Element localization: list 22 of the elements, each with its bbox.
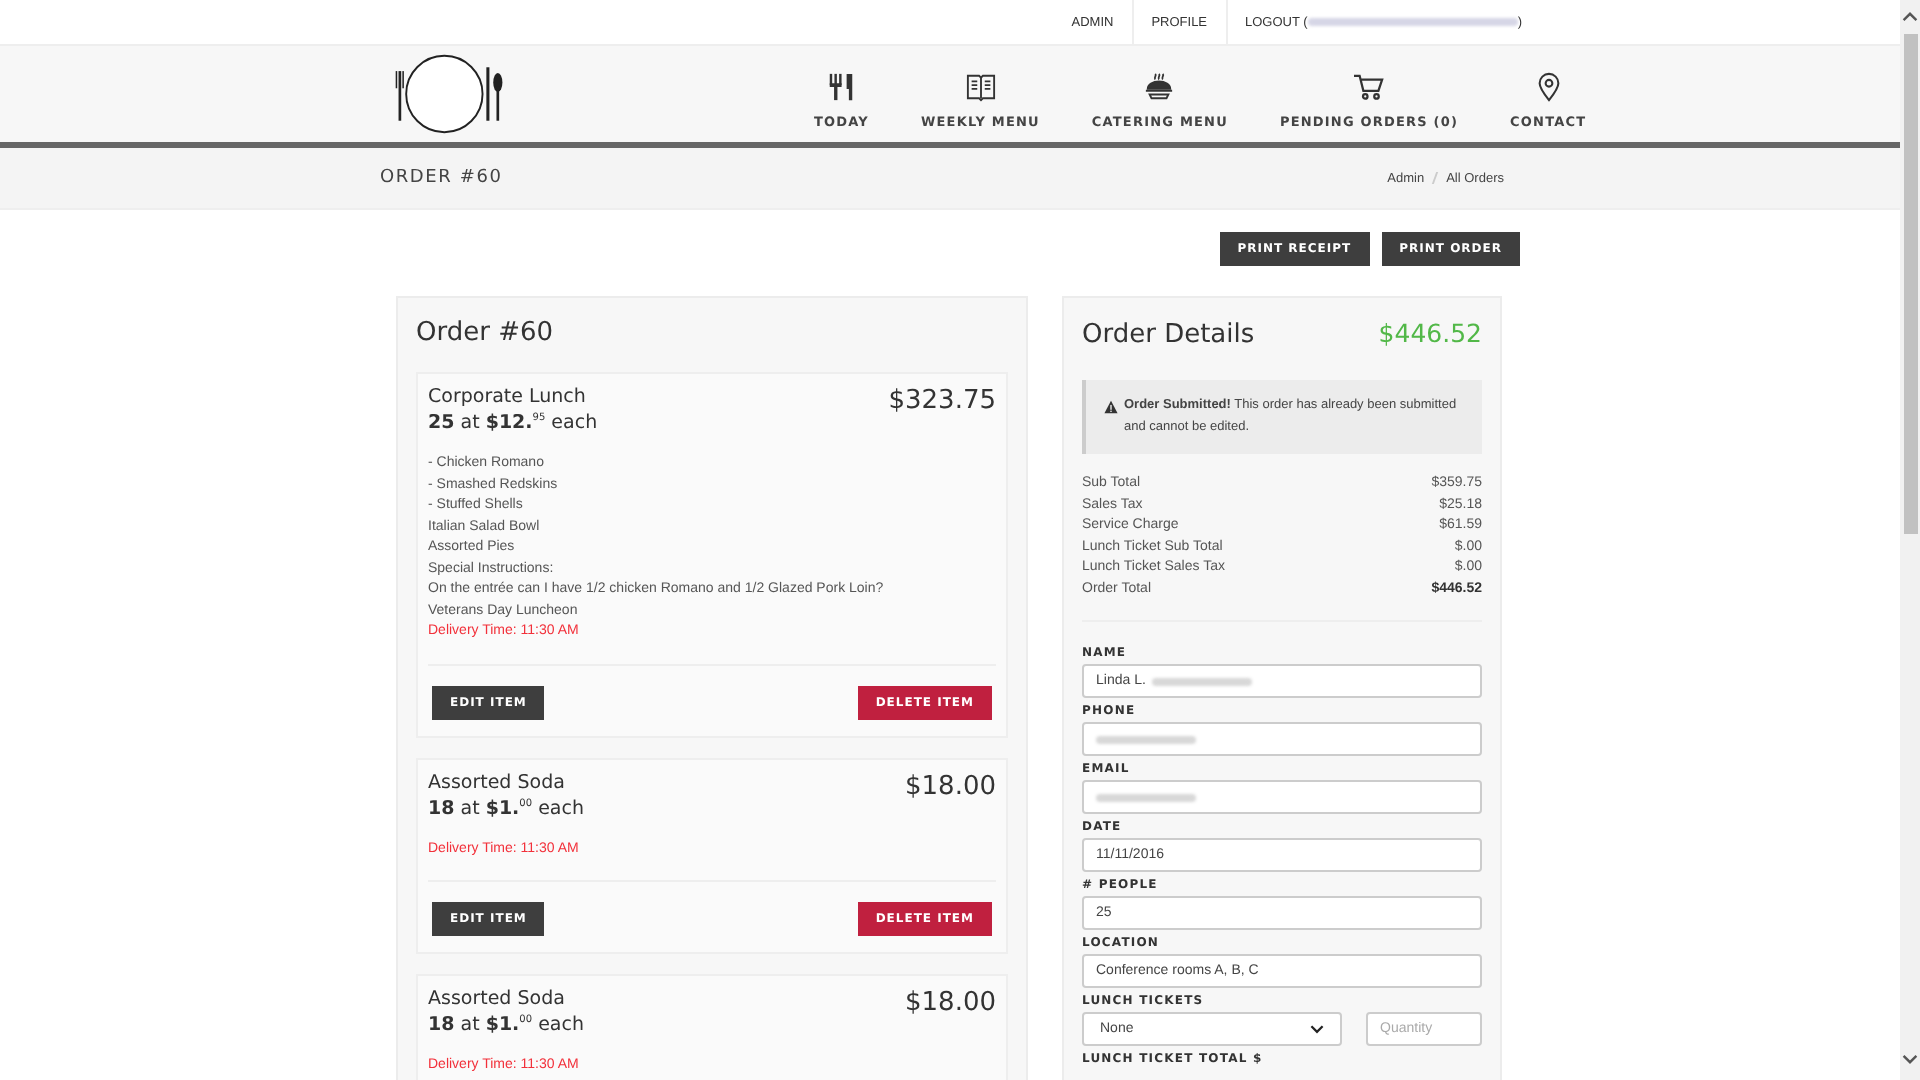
chevron-down-icon [1310, 1024, 1324, 1034]
item-name: Assorted Soda [428, 771, 567, 794]
item-quantity: 25 at $12.$^{95}$ each [428, 412, 598, 435]
item-price: $18.00 [905, 988, 996, 1023]
panel-title: Order #60 [416, 318, 556, 348]
covered-dish-icon [1144, 71, 1175, 101]
item-name: Assorted Soda [428, 988, 567, 1011]
map-pin-icon [1533, 71, 1564, 101]
item-name: Corporate Lunch [428, 386, 588, 408]
scroll-up-icon[interactable] [1902, 12, 1918, 22]
fork-knife-icon [826, 71, 857, 101]
scroll-down-icon[interactable] [1902, 1054, 1918, 1064]
warning-icon [1104, 400, 1118, 414]
order-total: $446.52 [1378, 318, 1482, 348]
item-price: $323.75 [888, 386, 996, 420]
cart-icon [1354, 71, 1384, 101]
book-icon [965, 71, 996, 101]
item-quantity: 18 at $1.$^{00}$ each [428, 1014, 584, 1037]
panel-title: Order Details [1082, 320, 1255, 350]
item-price: $18.00 [905, 771, 996, 806]
page-title: ORDER #60 [380, 168, 503, 188]
item-quantity: 18 at $1.$^{00}$ each [428, 797, 584, 820]
